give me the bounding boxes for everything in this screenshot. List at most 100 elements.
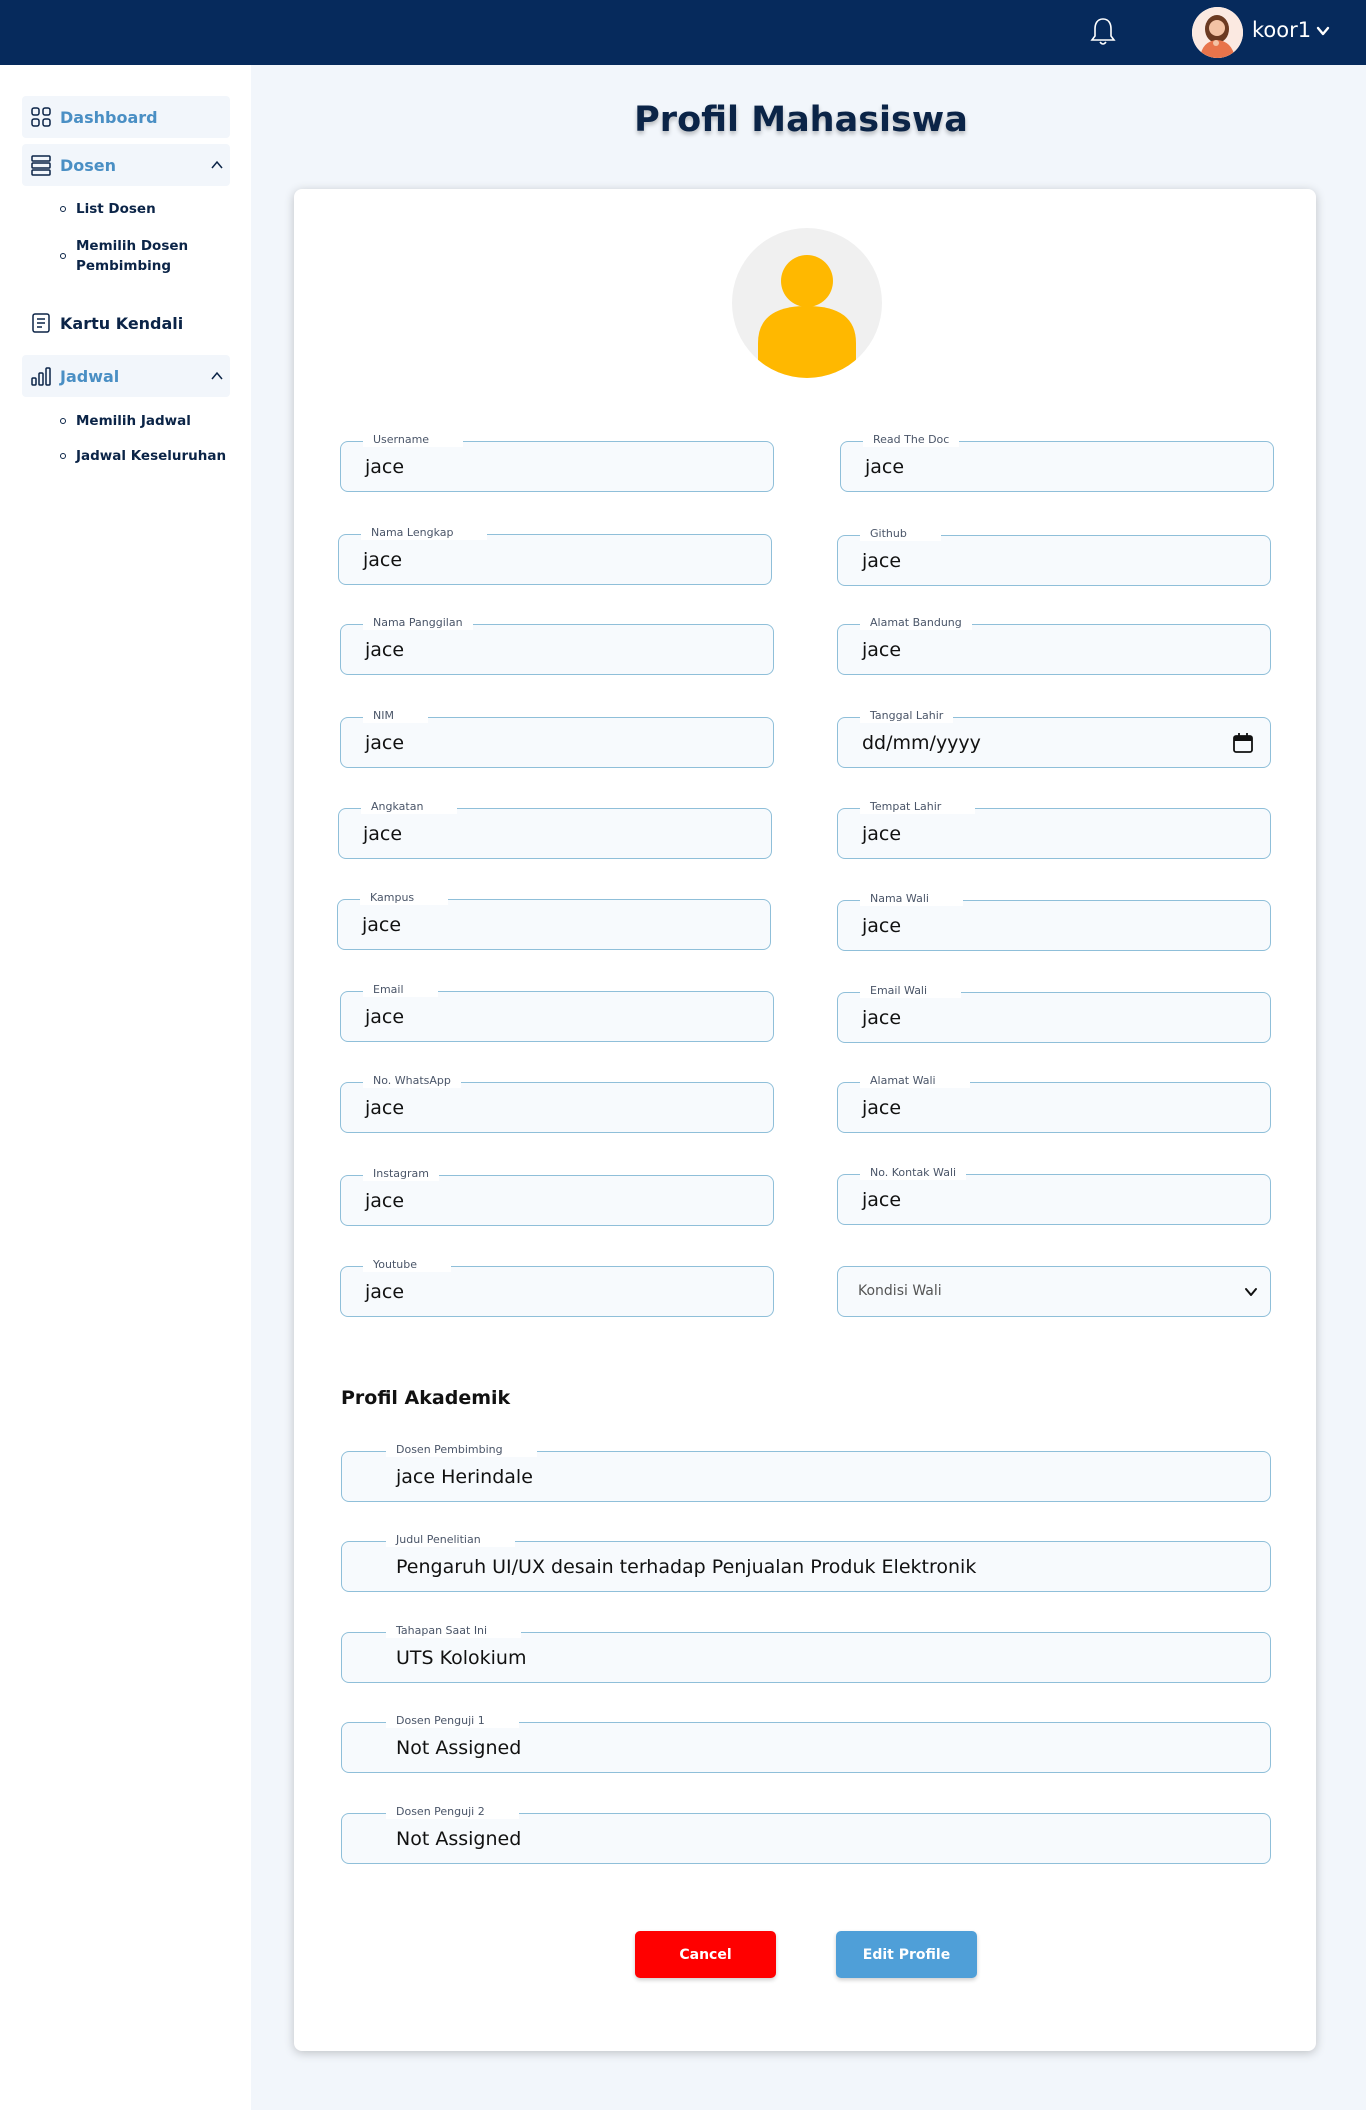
field-label: Angkatan: [361, 800, 458, 814]
sidebar-subitem-memilih-jadwal[interactable]: Memilih Jadwal: [58, 411, 238, 431]
field-label: Dosen Penguji 1: [386, 1714, 519, 1728]
alamat-bandung-field[interactable]: Alamat Bandung jace: [837, 616, 1271, 675]
sidebar-subitem-list-dosen[interactable]: List Dosen: [58, 199, 238, 219]
field-label: No. Kontak Wali: [860, 1166, 967, 1180]
sidebar-item-label: Dashboard: [60, 107, 158, 127]
sidebar-subitem-jadwal-keseluruhan[interactable]: Jadwal Keseluruhan: [58, 446, 238, 466]
nama-lengkap-field[interactable]: Nama Lengkap jace: [338, 526, 772, 585]
field-value: jace: [365, 1190, 405, 1212]
alamat-wali-field[interactable]: Alamat Wali jace: [837, 1074, 1271, 1133]
judul-penelitian-field[interactable]: Judul Penelitian Pengaruh UI/UX desain t…: [341, 1533, 1271, 1592]
read-the-doc-field[interactable]: Read The Doc jace: [840, 433, 1274, 492]
chevron-up-icon[interactable]: [210, 369, 224, 383]
field-label: Judul Penelitian: [386, 1533, 515, 1547]
field-value: jace: [862, 1097, 902, 1119]
field-value: jace: [862, 639, 902, 661]
top-bar: koor1: [0, 0, 1366, 65]
user-name[interactable]: koor1: [1252, 18, 1311, 42]
chevron-up-icon[interactable]: [210, 158, 224, 172]
edit-profile-button[interactable]: Edit Profile: [836, 1931, 977, 1978]
field-value: jace: [365, 1281, 405, 1303]
sidebar-item-kartu-kendali[interactable]: Kartu Kendali: [22, 302, 230, 344]
sidebar-item-jadwal[interactable]: Jadwal: [22, 355, 230, 397]
kontak-wali-field[interactable]: No. Kontak Wali jace: [837, 1166, 1271, 1225]
field-value: dd/mm/yyyy: [862, 732, 981, 754]
field-value: jace: [862, 823, 902, 845]
field-label: Read The Doc: [863, 433, 960, 447]
kampus-field[interactable]: Kampus jace: [337, 891, 771, 950]
field-value: Not Assigned: [396, 1828, 522, 1850]
field-label: Tempat Lahir: [860, 800, 976, 814]
bullet-icon: [60, 453, 66, 459]
field-label: Email Wali: [860, 984, 962, 998]
bar-chart-icon: [31, 367, 51, 386]
field-value: jace: [365, 639, 405, 661]
bullet-icon: [60, 253, 66, 259]
field-value: jace: [862, 915, 902, 937]
whatsapp-field[interactable]: No. WhatsApp jace: [340, 1074, 774, 1133]
field-label: Nama Wali: [860, 892, 963, 906]
sidebar-item-dashboard[interactable]: Dashboard: [22, 96, 230, 138]
dashboard-grid-icon: [31, 107, 51, 127]
field-value: jace: [862, 550, 902, 572]
kondisi-wali-select[interactable]: Kondisi Wali: [837, 1266, 1271, 1317]
chevron-down-icon[interactable]: [1316, 24, 1330, 38]
field-value: jace: [363, 823, 403, 845]
page-title: Profil Mahasiswa: [634, 100, 968, 140]
field-label: Github: [860, 527, 941, 541]
field-label: Nama Panggilan: [363, 616, 473, 630]
field-value: Pengaruh UI/UX desain terhadap Penjualan…: [396, 1556, 977, 1578]
email-wali-field[interactable]: Email Wali jace: [837, 984, 1271, 1043]
sidebar-item-label: Jadwal: [60, 366, 120, 386]
field-value: jace Herindale: [396, 1466, 533, 1488]
field-value: UTS Kolokium: [396, 1647, 527, 1669]
select-value: Kondisi Wali: [858, 1283, 942, 1299]
dosen-penguji-1-field[interactable]: Dosen Penguji 1 Not Assigned: [341, 1714, 1271, 1773]
section-title-akademik: Profil Akademik: [341, 1387, 511, 1409]
field-label: Dosen Pembimbing: [386, 1443, 537, 1457]
clipboard-icon: [32, 313, 50, 333]
field-label: Youtube: [363, 1258, 451, 1272]
field-label: Alamat Wali: [860, 1074, 970, 1088]
field-value: jace: [365, 456, 405, 478]
nama-panggilan-field[interactable]: Nama Panggilan jace: [340, 616, 774, 675]
tempat-lahir-field[interactable]: Tempat Lahir jace: [837, 800, 1271, 859]
field-label: Email: [363, 983, 438, 997]
sidebar-item-dosen[interactable]: Dosen: [22, 144, 230, 186]
field-label: Tanggal Lahir: [860, 709, 954, 723]
user-avatar[interactable]: [1192, 7, 1243, 58]
dosen-pembimbing-field[interactable]: Dosen Pembimbing jace Herindale: [341, 1443, 1271, 1502]
field-label: Instagram: [363, 1167, 439, 1181]
tanggal-lahir-field[interactable]: Tanggal Lahir dd/mm/yyyy: [837, 709, 1271, 768]
github-field[interactable]: Github jace: [837, 527, 1271, 586]
nim-field[interactable]: NIM jace: [340, 709, 774, 768]
dosen-penguji-2-field[interactable]: Dosen Penguji 2 Not Assigned: [341, 1805, 1271, 1864]
field-label: No. WhatsApp: [363, 1074, 461, 1088]
tahapan-field[interactable]: Tahapan Saat Ini UTS Kolokium: [341, 1624, 1271, 1683]
sidebar-subitem-memilih-dosen[interactable]: Memilih Dosen Pembimbing: [58, 236, 238, 276]
field-label: NIM: [363, 709, 428, 723]
email-field[interactable]: Email jace: [340, 983, 774, 1042]
angkatan-field[interactable]: Angkatan jace: [338, 800, 772, 859]
field-value: jace: [865, 456, 905, 478]
bullet-icon: [60, 206, 66, 212]
sidebar-item-label: Dosen: [60, 155, 117, 175]
profile-picture[interactable]: [732, 228, 882, 378]
field-value: jace: [365, 732, 405, 754]
cancel-button[interactable]: Cancel: [635, 1931, 776, 1978]
field-value: jace: [362, 914, 402, 936]
field-label: Nama Lengkap: [361, 526, 488, 540]
youtube-field[interactable]: Youtube jace: [340, 1258, 774, 1317]
field-value: jace: [862, 1007, 902, 1029]
instagram-field[interactable]: Instagram jace: [340, 1167, 774, 1226]
username-field[interactable]: Username jace: [340, 433, 774, 492]
field-label: Username: [363, 433, 464, 447]
nama-wali-field[interactable]: Nama Wali jace: [837, 892, 1271, 951]
field-value: jace: [365, 1006, 405, 1028]
calendar-icon[interactable]: [1232, 732, 1254, 754]
user-silhouette-icon: [758, 255, 856, 378]
sidebar: Dashboard Dosen List Dosen Memilih Dosen…: [0, 65, 251, 2110]
server-icon: [31, 155, 51, 176]
field-value: jace: [365, 1097, 405, 1119]
bell-icon[interactable]: [1088, 16, 1118, 48]
